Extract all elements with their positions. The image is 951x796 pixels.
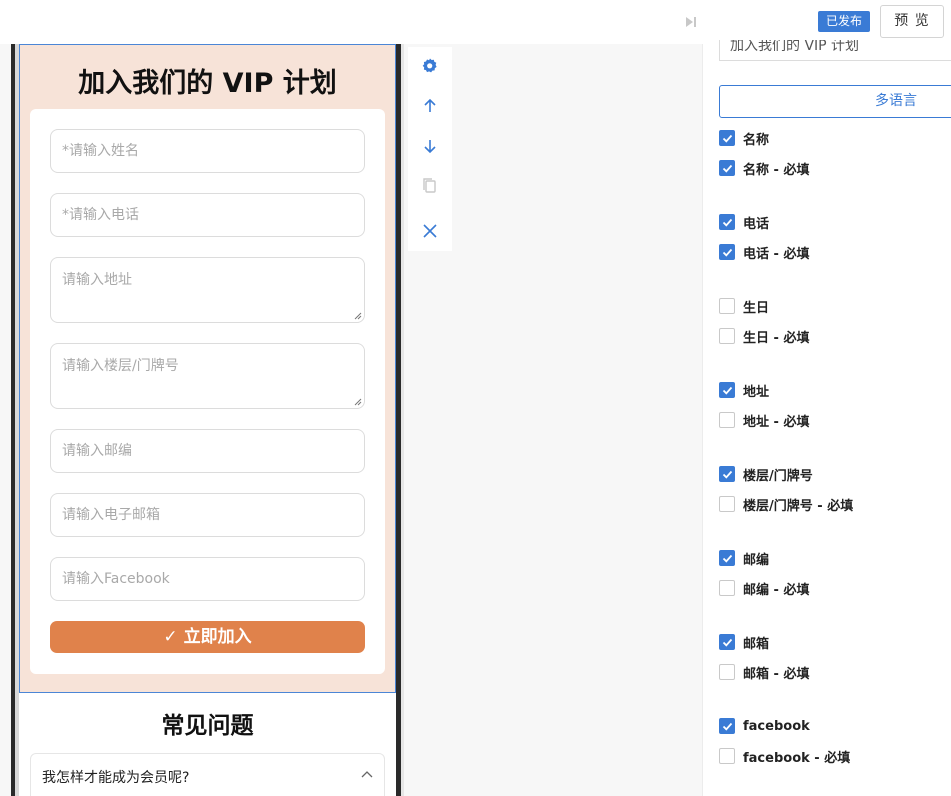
floor-placeholder: 请输入楼层/门牌号 [62,358,179,374]
checkbox[interactable] [719,130,735,146]
app-root: 已发布 预 览 加入我们的 VIP 计划 *请输入姓名 *请输入电话 请输入地址… [0,0,951,796]
checkbox[interactable] [719,580,735,596]
checkbox[interactable] [719,550,735,566]
field-option[interactable]: 地址 - 必填 [719,411,810,430]
field-option[interactable]: 邮编 [719,549,770,568]
check-icon [722,638,733,647]
facebook-field[interactable]: 请输入Facebook [50,557,365,601]
checkbox[interactable] [719,466,735,482]
form-card: *请输入姓名 *请输入电话 请输入地址 请输入楼层/门牌号 请输入邮编 请输入电… [30,109,385,674]
collapse-panel-icon[interactable] [684,15,698,29]
resize-handle-icon[interactable] [354,398,362,406]
floor-field[interactable]: 请输入楼层/门牌号 [50,343,365,409]
properties-panel: 加入我们的 VIP 计划 多语言 名称名称 - 必填 电话电话 - 必填 生日生日 … [702,40,951,796]
chevron-up-icon[interactable] [360,769,374,779]
checkbox[interactable] [719,634,735,650]
arrow-down-icon[interactable] [420,136,440,156]
top-bar: 已发布 预 览 [0,0,951,44]
check-icon [722,470,733,479]
check-icon [722,134,733,143]
option-label: 邮编 [743,552,770,568]
check-icon [722,386,733,395]
field-option[interactable]: 楼层/门牌号 - 必填 [719,495,854,514]
field-option[interactable]: facebook [719,717,810,735]
checkbox[interactable] [719,382,735,398]
address-placeholder: 请输入地址 [62,272,132,288]
postcode-field[interactable]: 请输入邮编 [50,429,365,473]
gear-icon[interactable] [420,56,440,76]
checkbox[interactable] [719,328,735,344]
checkbox[interactable] [719,718,735,734]
phone-frame-right-inner [401,44,404,796]
option-label: facebook [743,718,810,734]
option-label: 楼层/门牌号 - 必填 [743,498,854,514]
form-title: 加入我们的 VIP 计划 [78,68,337,99]
field-option[interactable]: 地址 [719,381,770,400]
email-field[interactable]: 请输入电子邮箱 [50,493,365,537]
phone-field[interactable]: *请输入电话 [50,193,365,237]
close-icon[interactable] [420,221,440,241]
option-label: 邮箱 - 必填 [743,666,810,682]
field-option[interactable]: 电话 [719,213,770,232]
field-option[interactable]: 邮编 - 必填 [719,579,810,598]
field-option[interactable]: facebook - 必填 [719,747,851,766]
faq-title: 常见问题 [161,713,254,739]
option-label: 名称 - 必填 [743,162,810,178]
option-label: 地址 - 必填 [743,414,810,430]
block-toolbar [408,47,452,251]
field-option[interactable]: 名称 [719,129,770,148]
option-label: facebook - 必填 [743,750,851,766]
checkbox[interactable] [719,298,735,314]
address-field[interactable]: 请输入地址 [50,257,365,323]
checkbox[interactable] [719,214,735,230]
copy-icon[interactable] [420,176,440,196]
check-icon [722,248,733,257]
option-label: 地址 [743,384,770,400]
field-option[interactable]: 邮箱 [719,633,770,652]
field-option[interactable]: 楼层/门牌号 [719,465,813,484]
field-option[interactable]: 邮箱 - 必填 [719,663,810,682]
faq-question: 我怎样才能成为会员呢? [42,770,190,786]
check-icon [722,722,733,731]
option-label: 电话 [743,216,770,232]
field-option[interactable]: 生日 [719,297,770,316]
checkbox[interactable] [719,748,735,764]
status-badge: 已发布 [818,11,871,32]
checkbox[interactable] [719,160,735,176]
option-label: 名称 [743,132,770,148]
check-icon [722,218,733,227]
arrow-up-icon[interactable] [420,96,440,116]
resize-handle-icon[interactable] [354,312,362,320]
option-label: 生日 [743,300,770,316]
multi-language-button[interactable]: 多语言 [719,85,951,118]
option-label: 邮编 - 必填 [743,582,810,598]
option-label: 生日 - 必填 [743,330,810,346]
join-button[interactable]: ✓ 立即加入 [50,621,365,653]
option-label: 楼层/门牌号 [743,468,813,484]
option-label: 电话 - 必填 [743,246,810,262]
checkbox[interactable] [719,496,735,512]
field-option[interactable]: 名称 - 必填 [719,159,810,178]
checkbox[interactable] [719,412,735,428]
phone-screen: 加入我们的 VIP 计划 *请输入姓名 *请输入电话 请输入地址 请输入楼层/门… [19,44,396,796]
check-icon [722,554,733,563]
field-option[interactable]: 生日 - 必填 [719,327,810,346]
form-name-input[interactable]: 加入我们的 VIP 计划 [719,40,951,61]
name-field[interactable]: *请输入姓名 [50,129,365,173]
faq-item[interactable]: 我怎样才能成为会员呢? [30,753,385,796]
checkbox[interactable] [719,664,735,680]
preview-button[interactable]: 预 览 [880,5,944,38]
option-label: 邮箱 [743,636,770,652]
check-icon [722,164,733,173]
vip-form-section[interactable]: 加入我们的 VIP 计划 *请输入姓名 *请输入电话 请输入地址 请输入楼层/门… [19,44,396,693]
field-option[interactable]: 电话 - 必填 [719,243,810,262]
checkbox[interactable] [719,244,735,260]
